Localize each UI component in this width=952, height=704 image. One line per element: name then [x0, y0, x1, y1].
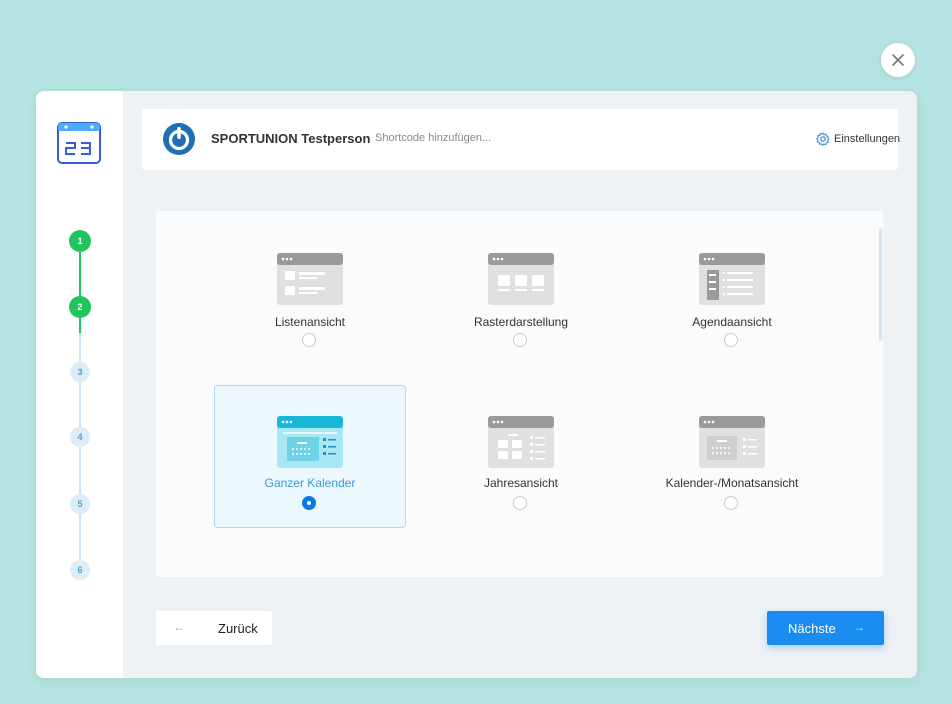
- gear-icon: [816, 132, 830, 146]
- next-button[interactable]: Nächste →: [767, 611, 884, 645]
- step-4[interactable]: 4: [70, 427, 90, 447]
- option-list-view[interactable]: Listenansicht: [214, 236, 406, 379]
- wizard-header: SPORTUNION Testperson Shortcode hinzufüg…: [142, 109, 900, 170]
- next-label: Nächste: [788, 621, 836, 636]
- scrollbar-thumb[interactable]: [879, 228, 882, 341]
- option-full-calendar[interactable]: Ganzer Kalender: [214, 385, 406, 528]
- option-radio[interactable]: [513, 496, 527, 510]
- step-6[interactable]: 6: [70, 560, 90, 580]
- settings-button[interactable]: Einstellungen: [816, 132, 900, 146]
- option-label: Kalender-/Monatsansicht: [665, 476, 799, 490]
- option-label: Rasterdarstellung: [473, 315, 569, 329]
- shortcode-input[interactable]: Shortcode hinzufügen...: [375, 132, 491, 144]
- month-view-icon: [699, 416, 765, 468]
- wizard-main: SPORTUNION Testperson Shortcode hinzufüg…: [123, 91, 917, 678]
- settings-label: Einstellungen: [834, 133, 901, 145]
- option-label: Ganzer Kalender: [264, 476, 356, 490]
- view-options-panel: Listenansicht Rasterdarstellung Agendaan…: [156, 211, 883, 577]
- option-radio[interactable]: [724, 496, 738, 510]
- step-5[interactable]: 5: [70, 494, 90, 514]
- list-view-icon: [277, 253, 343, 305]
- option-label: Jahresansicht: [483, 476, 559, 490]
- sportunion-logo-icon: [163, 123, 195, 155]
- option-year-view[interactable]: Jahresansicht: [425, 385, 617, 528]
- calendar-logo-icon: [57, 122, 101, 164]
- year-view-icon: [488, 416, 554, 468]
- grid-view-icon: [488, 253, 554, 305]
- step-3[interactable]: 3: [70, 362, 90, 382]
- close-button[interactable]: [881, 43, 915, 77]
- step-1[interactable]: 1: [69, 230, 91, 252]
- option-grid-view[interactable]: Rasterdarstellung: [425, 236, 617, 379]
- option-month-view[interactable]: Kalender-/Monatsansicht: [636, 385, 828, 528]
- back-button[interactable]: ← Zurück: [156, 611, 272, 645]
- option-label: Listenansicht: [274, 315, 346, 329]
- brand-name: SPORTUNION Testperson: [211, 131, 371, 146]
- step-2[interactable]: 2: [69, 296, 91, 318]
- wizard-modal: 1 2 3 4 5 6 SPORTUNION Testperson Shortc…: [36, 91, 917, 678]
- close-icon: [892, 54, 904, 66]
- option-agenda-view[interactable]: Agendaansicht: [636, 236, 828, 379]
- arrow-left-icon: ←: [173, 620, 185, 634]
- wizard-sidebar: 1 2 3 4 5 6: [36, 91, 123, 678]
- option-radio[interactable]: [302, 333, 316, 347]
- full-calendar-icon: [277, 416, 343, 468]
- option-radio[interactable]: [513, 333, 527, 347]
- option-label: Agendaansicht: [692, 315, 772, 329]
- agenda-view-icon: [699, 253, 765, 305]
- option-radio-checked[interactable]: [302, 496, 316, 510]
- back-label: Zurück: [218, 621, 258, 636]
- arrow-right-icon: →: [853, 620, 865, 634]
- option-radio[interactable]: [724, 333, 738, 347]
